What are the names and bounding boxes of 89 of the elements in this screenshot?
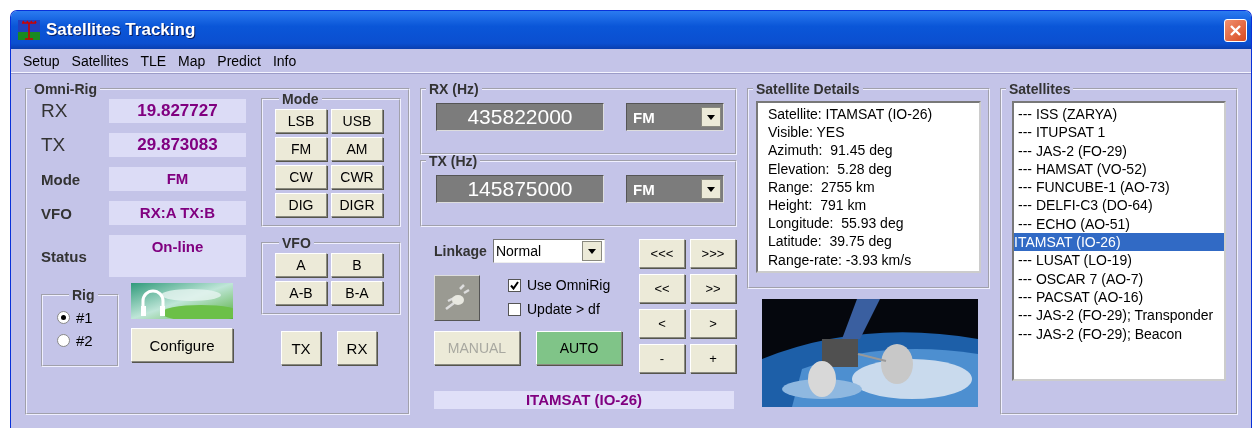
- mode-button[interactable]: DIGR: [331, 193, 383, 217]
- satellite-button[interactable]: [434, 275, 480, 321]
- value-display: FM: [109, 167, 246, 191]
- value-display: 19.827727: [109, 99, 246, 123]
- group-title: Satellite Details: [755, 81, 861, 97]
- mode-button[interactable]: USB: [331, 109, 383, 133]
- tuning-button[interactable]: -: [639, 344, 685, 373]
- group-title: RX (Hz): [428, 81, 480, 97]
- list-item[interactable]: --- PACSAT (AO-16): [1014, 287, 1224, 307]
- detail-line: Longitude: 55.93 deg: [768, 214, 905, 233]
- checkbox[interactable]: Update > df: [508, 301, 611, 317]
- menu-item[interactable]: Info: [266, 52, 303, 69]
- linkage-label: Linkage: [434, 243, 487, 259]
- mode-dropdown[interactable]: FM: [626, 103, 724, 131]
- mode-button[interactable]: FM: [275, 137, 327, 161]
- rx-button[interactable]: RX: [337, 331, 377, 365]
- close-icon: [1229, 23, 1242, 37]
- group-title: VFO: [281, 235, 312, 251]
- tuning-button[interactable]: >>: [690, 274, 736, 303]
- detail-line: Latitude: 39.75 deg: [768, 232, 893, 251]
- tuning-button[interactable]: +: [690, 344, 736, 373]
- list-item[interactable]: --- LUSAT (LO-19): [1014, 251, 1224, 270]
- list-item[interactable]: ITAMSAT (IO-26): [1014, 233, 1224, 252]
- field-label: RX: [41, 99, 69, 123]
- list-item[interactable]: --- JAS-2 (FO-29): [1014, 141, 1224, 160]
- field-label: TX: [41, 133, 67, 157]
- list-item[interactable]: --- HAMSAT (VO-52): [1014, 159, 1224, 179]
- checkbox[interactable]: Use OmniRig: [508, 277, 611, 293]
- window-title: Satellites Tracking: [46, 20, 197, 40]
- mode-button[interactable]: DIG: [275, 193, 327, 217]
- dropdown-arrow-icon: [707, 114, 715, 120]
- menu-item[interactable]: Setup: [17, 52, 66, 69]
- tuning-button[interactable]: <<: [639, 274, 685, 303]
- dropdown-arrow-icon: [707, 186, 715, 192]
- menu-item[interactable]: Map: [172, 52, 212, 69]
- frequency-display[interactable]: 435822000: [436, 103, 604, 131]
- radio-option[interactable]: #1: [57, 309, 93, 326]
- menu-item[interactable]: Satellites: [65, 52, 135, 69]
- menu-item[interactable]: Predict: [211, 52, 267, 69]
- list-item[interactable]: --- FUNCUBE-1 (AO-73): [1014, 178, 1224, 197]
- radio-option[interactable]: #2: [57, 332, 93, 349]
- mode-button[interactable]: LSB: [275, 109, 327, 133]
- frequency-display[interactable]: 145875000: [436, 175, 604, 203]
- list-item[interactable]: --- ISS (ZARYA): [1014, 105, 1224, 124]
- mode-button[interactable]: AM: [331, 137, 383, 161]
- auto-button[interactable]: AUTO: [536, 331, 622, 365]
- tuning-button[interactable]: <: [639, 309, 685, 338]
- group-title: Satellites: [1008, 81, 1072, 97]
- tx-button[interactable]: TX: [281, 331, 321, 365]
- list-item[interactable]: --- ITUPSAT 1: [1014, 123, 1224, 142]
- field-label: VFO: [41, 203, 73, 224]
- group-title: Mode: [281, 91, 320, 107]
- list-item[interactable]: --- DELFI-C3 (DO-64): [1014, 196, 1224, 215]
- mode-button[interactable]: CW: [275, 165, 327, 189]
- detail-line: Elevation: 5.28 deg: [768, 159, 893, 178]
- field-label: Status: [41, 246, 88, 267]
- detail-line: Range-rate: -3.93 km/s: [768, 250, 913, 269]
- group-title: Omni-Rig: [33, 81, 98, 97]
- close-button[interactable]: [1224, 18, 1247, 42]
- detail-line: Azimuth: 91.45 deg: [768, 141, 894, 160]
- list-item[interactable]: --- JAS-2 (FO-29); Beacon: [1014, 324, 1224, 343]
- list-item[interactable]: --- JAS-2 (FO-29); Transponder: [1014, 306, 1224, 325]
- tuning-button[interactable]: >: [690, 309, 736, 338]
- field-label: Mode: [41, 169, 82, 190]
- list-item[interactable]: --- OSCAR 7 (AO-7): [1014, 269, 1224, 288]
- tuning-button[interactable]: >>>: [690, 239, 736, 268]
- configure-button[interactable]: Configure: [131, 328, 233, 362]
- vfo-button[interactable]: A-B: [275, 281, 327, 305]
- mode-dropdown[interactable]: FM: [626, 175, 724, 203]
- value-display: 29.873083: [109, 133, 246, 157]
- mode-button[interactable]: CWR: [331, 165, 383, 189]
- detail-line: Satellite: ITAMSAT (IO-26): [768, 105, 934, 124]
- list-item[interactable]: --- ECHO (AO-51): [1014, 214, 1224, 234]
- menu-item[interactable]: TLE: [134, 52, 173, 69]
- linkage-dropdown[interactable]: Normal: [492, 239, 605, 263]
- group-title: TX (Hz): [428, 153, 479, 169]
- tuning-button[interactable]: <<<: [639, 239, 685, 268]
- group-title: Rig: [71, 287, 96, 303]
- value-display: RX:A TX:B: [109, 201, 246, 225]
- vfo-button[interactable]: A: [275, 253, 327, 277]
- antenna-icon: [18, 20, 40, 40]
- detail-line: Height: 791 km: [768, 196, 868, 215]
- detail-line: Visible: YES: [768, 123, 846, 142]
- dropdown-arrow-icon: [587, 248, 596, 254]
- vfo-button[interactable]: B: [331, 253, 383, 277]
- value-display: On-line: [109, 235, 246, 277]
- selected-satellite-label: ITAMSAT (IO-26): [434, 391, 734, 409]
- vfo-button[interactable]: B-A: [331, 281, 383, 305]
- detail-line: Range: 2755 km: [768, 177, 876, 196]
